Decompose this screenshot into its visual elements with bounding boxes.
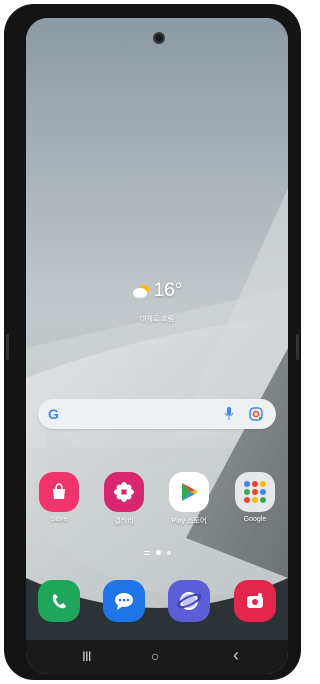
store-icon [39, 472, 79, 512]
dock-internet[interactable] [164, 580, 214, 622]
weather-condition: 대체로 흐림 [139, 316, 175, 323]
app-play-store[interactable]: Play 스토어 [164, 472, 214, 526]
page-dot-active [156, 550, 161, 555]
app-label: Google [243, 516, 267, 523]
camera-icon [234, 580, 276, 622]
top-speaker [124, 12, 204, 25]
hinge-right [296, 334, 299, 360]
google-logo: G [48, 406, 59, 422]
home-screen: 16° 대체로 흐림 G Store 갤러리 Play 스토어 Google I… [26, 18, 288, 674]
app-label: Store [50, 516, 68, 523]
phone-frame: 16° 대체로 흐림 G Store 갤러리 Play 스토어 Google I… [4, 4, 301, 680]
google-lens-icon[interactable] [249, 407, 263, 421]
menu-indicator [144, 550, 150, 555]
app-store[interactable]: Store [34, 472, 84, 523]
mic-icon[interactable] [224, 407, 234, 421]
messages-icon [103, 580, 145, 622]
page-dot [167, 550, 171, 555]
dock-phone[interactable] [34, 580, 84, 622]
wallpaper [26, 18, 288, 674]
app-label: 갤러리 [114, 518, 134, 525]
google-search-bar[interactable]: G [38, 399, 276, 429]
dock-messages[interactable] [99, 580, 149, 622]
google-folder-icon [235, 472, 275, 512]
phone-icon [38, 580, 80, 622]
page-indicator[interactable] [144, 550, 171, 555]
cloud-sun-icon [132, 285, 149, 298]
back-button[interactable]: ‹ [233, 645, 239, 666]
hinge-left [6, 334, 9, 360]
app-label: Play 스토어 [171, 518, 207, 525]
temperature: 16° [153, 280, 183, 301]
internet-icon [168, 580, 210, 622]
front-camera [153, 32, 165, 44]
dock-camera[interactable] [230, 580, 280, 622]
home-button[interactable]: ○ [151, 648, 159, 664]
recents-button[interactable]: III [82, 648, 92, 664]
gallery-icon [104, 472, 144, 512]
app-google-folder[interactable]: Google [230, 472, 280, 523]
play-store-icon [169, 472, 209, 512]
app-gallery[interactable]: 갤러리 [99, 472, 149, 526]
navigation-bar: III ○ ‹ [26, 640, 288, 674]
weather-widget[interactable]: 16° 대체로 흐림 [26, 280, 288, 324]
